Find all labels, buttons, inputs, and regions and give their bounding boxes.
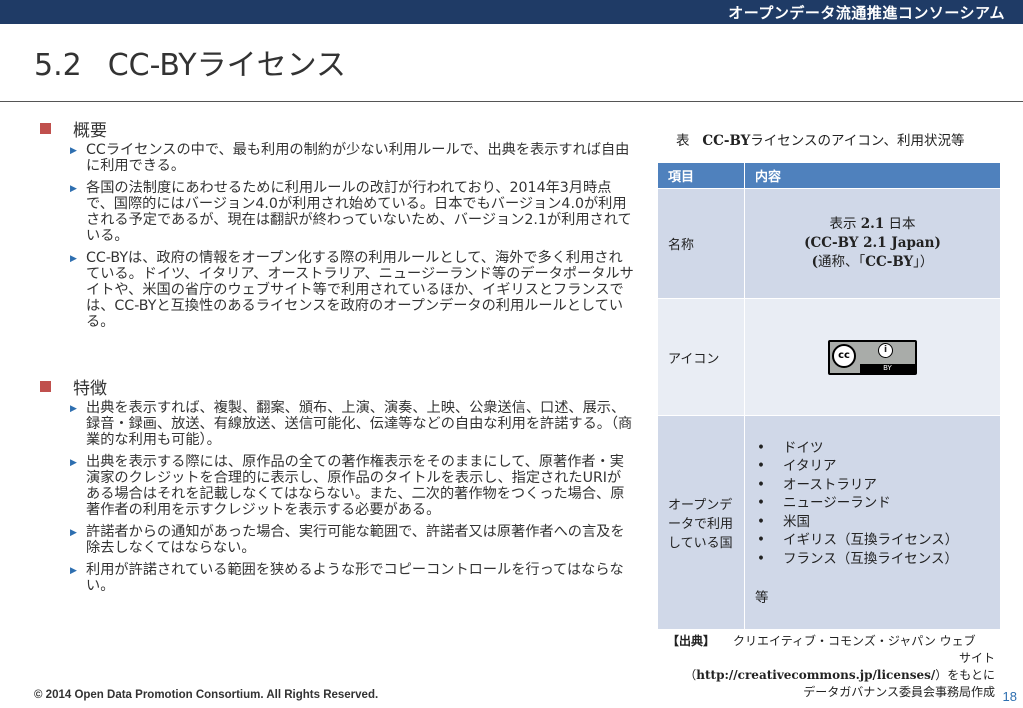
row-label: アイコン — [658, 298, 745, 416]
top-banner: オープンデータ流通推進コンソーシアム — [0, 0, 1023, 24]
license-table: 項目 内容 名称 表示 2.1 日本 (CC-BY 2.1 Japan) (通称… — [658, 163, 1001, 629]
license-name-cell: 表示 2.1 日本 (CC-BY 2.1 Japan) (通称、「CC-BY」） — [744, 188, 1001, 299]
list-item: • イギリス（互換ライセンス） — [757, 532, 959, 549]
overview-list: ▶ CCライセンスの中で、最も利用の制約が少ない利用ルールで、出典を表示すれば自由… — [34, 142, 634, 330]
list-item: ▶ 利用が許諾されている範囲を狭めるような形でコピーコントロールを行ってはならない… — [70, 562, 624, 594]
list-item: ▶ 出典を表示する際には、原作品の全ての著作権表示をそのままにして、原著作者・実演… — [70, 454, 625, 518]
table-row: オープンデータで利用している国 • ドイツ • イタリア • オーストラリア • ニュー… — [658, 415, 1001, 629]
etc-note: 等 — [755, 590, 769, 607]
content-left: 概要 ▶ CCライセンスの中で、最も利用の制約が少ない利用ルールで、出典を表示すれ… — [34, 116, 634, 608]
arrow-bullet-icon: ▶ — [70, 566, 77, 576]
features-list: ▶ 出典を表示すれば、複製、翻案、頒布、上演、演奏、上映、公衆送信、口述、展示、録… — [34, 400, 634, 594]
section-overview: 概要 ▶ CCライセンスの中で、最も利用の制約が少ない利用ルールで、出典を表示すれ… — [34, 116, 634, 330]
source-note: 【出典】 クリエイティブ・コモンズ・ジャパン ウェブ サイト （http://cr… — [667, 634, 995, 699]
countries-cell: • ドイツ • イタリア • オーストラリア • ニュージーランド • 米国 • イギリス（… — [744, 415, 1001, 629]
organization-name: オープンデータ流通推進コンソーシアム — [728, 4, 1005, 22]
table-row: アイコン cc i BY — [658, 298, 1001, 416]
list-item: • オーストラリア — [757, 476, 877, 493]
arrow-bullet-icon: ▶ — [70, 146, 77, 156]
list-item: ▶ CCライセンスの中で、最も利用の制約が少ない利用ルールで、出典を表示すれば自由… — [70, 142, 630, 174]
list-item: • 米国 — [757, 513, 810, 530]
row-label: 名称 — [658, 188, 745, 299]
by-label: BY — [860, 363, 915, 373]
column-header: 項目 — [658, 163, 745, 189]
list-item: ▶ 出典を表示すれば、複製、翻案、頒布、上演、演奏、上映、公衆送信、口述、展示、録… — [70, 400, 633, 448]
list-item: • イタリア — [757, 458, 837, 475]
section-number: 5.2 — [34, 48, 82, 83]
title-text: CC-BYライセンス — [107, 48, 347, 83]
arrow-bullet-icon: ▶ — [70, 404, 77, 414]
arrow-bullet-icon: ▶ — [70, 458, 77, 468]
table-row: 名称 表示 2.1 日本 (CC-BY 2.1 Japan) (通称、「CC-B… — [658, 188, 1001, 299]
table-caption: 表 CC-BYライセンスのアイコン、利用状況等 — [676, 133, 965, 149]
section-heading: 概要 — [73, 120, 107, 141]
list-item: • フランス（互換ライセンス） — [757, 550, 958, 567]
list-item: • ニュージーランド — [757, 495, 891, 512]
section-heading: 特徴 — [73, 378, 107, 399]
list-item: ▶ CC-BYは、政府の情報をオープン化する際の利用ルールとして、海外で多く利用さ… — [70, 250, 634, 330]
page-number: 18 — [1002, 689, 1017, 704]
arrow-bullet-icon: ▶ — [70, 254, 77, 264]
copyright-notice: © 2014 Open Data Promotion Consortium. A… — [34, 689, 379, 701]
license-icon-cell: cc i BY — [744, 298, 1001, 416]
countries-list: • ドイツ • イタリア • オーストラリア • ニュージーランド • 米国 • イギリス（… — [755, 439, 990, 569]
list-item: • ドイツ — [757, 439, 824, 456]
source-url: http://creativecommons.jp/licenses/ — [696, 668, 936, 682]
section-features: 特徴 ▶ 出典を表示すれば、複製、翻案、頒布、上演、演奏、上映、公衆送信、口述、展… — [34, 374, 634, 594]
attribution-person-icon: i — [878, 342, 893, 358]
table-header-row: 項目 内容 — [658, 163, 1001, 189]
cc-logo-icon: cc — [832, 343, 856, 368]
column-header: 内容 — [744, 163, 1001, 189]
title-divider — [0, 101, 1023, 102]
bullet-square-icon — [40, 122, 51, 134]
list-item: ▶ 許諾者からの通知があった場合、実行可能な範囲で、許諾者又は原著作者への言及を除… — [70, 524, 625, 556]
slide-title: 5.2 CC-BYライセンス — [34, 40, 346, 84]
cc-by-badge-icon: cc i BY — [828, 339, 917, 375]
row-label: オープンデータで利用している国 — [658, 415, 745, 629]
list-item: ▶ 各国の法制度にあわせるために利用ルールの改訂が行われており、2014年3月時点… — [70, 180, 632, 244]
arrow-bullet-icon: ▶ — [70, 184, 77, 194]
arrow-bullet-icon: ▶ — [70, 528, 77, 538]
bullet-square-icon — [40, 380, 51, 392]
